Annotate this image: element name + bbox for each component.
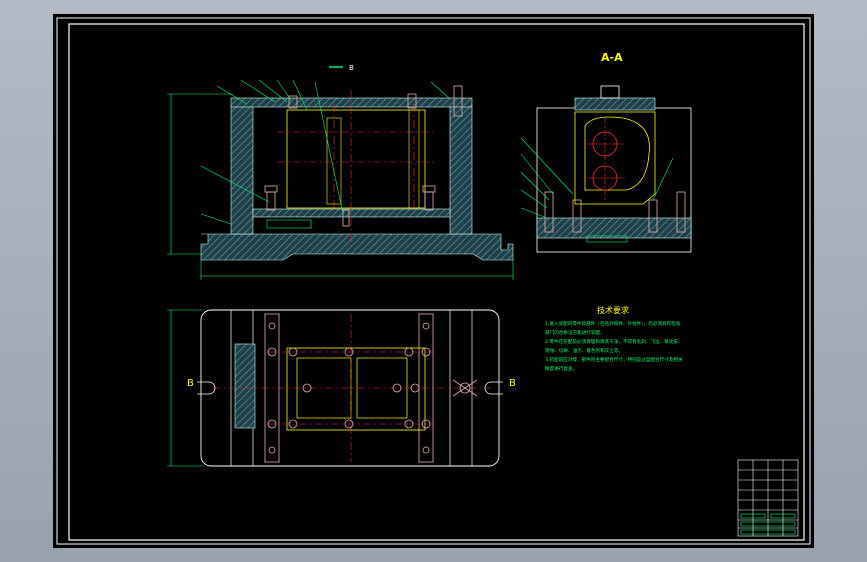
drawing-canvas: B A-A B B 技术要求 1.进入装配的零件及部件（包括外购件、外协件），均… (56, 17, 811, 545)
bolt-head (268, 322, 276, 330)
bolt (264, 185, 278, 193)
leader (430, 81, 450, 99)
section-marker-right: B (509, 378, 516, 389)
tech-requirements: 技术要求 1.进入装配的零件及部件（包括外购件、外协件），均必须具有检验 部门的… (545, 305, 683, 372)
leader (520, 137, 574, 195)
section-title: A-A (601, 51, 623, 64)
aa-base (536, 217, 692, 239)
tech-note-6: 精度进行复查。 (545, 365, 577, 372)
lower-plate (252, 208, 451, 218)
aa-top-block (574, 97, 656, 111)
tech-note-1: 1.进入装配的零件及部件（包括外购件、外协件），均必须具有检验 (545, 320, 681, 327)
bolt-head (268, 446, 276, 454)
leader (200, 213, 232, 225)
leader (520, 171, 550, 201)
bolt (266, 191, 276, 211)
tech-title: 技术要求 (597, 305, 629, 315)
front-section-view: B (167, 64, 514, 280)
leader (520, 189, 548, 209)
leader (276, 79, 292, 101)
plan-dims (167, 309, 203, 467)
top-plate (230, 97, 473, 108)
tech-note-3: 2.零件在装配前必须清理和清洗干净，不得有毛刺、飞边、氧化皮、 (545, 338, 683, 345)
leader (652, 157, 674, 201)
section-marker-top: B (349, 64, 354, 72)
bolt-head (422, 322, 430, 330)
tech-note-2: 部门的合格证方能进行装配。 (545, 329, 605, 336)
tech-note-5: 3.装配前应对零、部件的主要配合尺寸，特别是过盈配合尺寸及相关 (545, 356, 683, 363)
right-column (449, 105, 473, 235)
section-aa-view: A-A (520, 51, 692, 253)
note-box (266, 219, 312, 229)
base-plate (200, 233, 514, 261)
drawing-sheet: B A-A B B 技术要求 1.进入装配的零件及部件（包括外购件、外协件），均… (53, 14, 814, 548)
cad-viewport: B A-A B B 技术要求 1.进入装配的零件及部件（包括外购件、外协件），均… (0, 0, 867, 562)
aa-top-knob (600, 85, 620, 99)
workpiece-outline (286, 109, 426, 209)
slot-left (197, 381, 216, 395)
outer-frame (56, 17, 811, 545)
section-marker-left: B (187, 378, 194, 389)
bolt-head (422, 446, 430, 454)
leader (520, 207, 548, 219)
tech-note-4: 锈蚀、切屑、油污、着色剂和灰尘等。 (545, 347, 623, 354)
plan-view: B B (167, 309, 516, 467)
left-column (230, 105, 254, 235)
title-block (737, 459, 799, 537)
bolt (424, 191, 434, 211)
plan-clamp (234, 343, 256, 429)
